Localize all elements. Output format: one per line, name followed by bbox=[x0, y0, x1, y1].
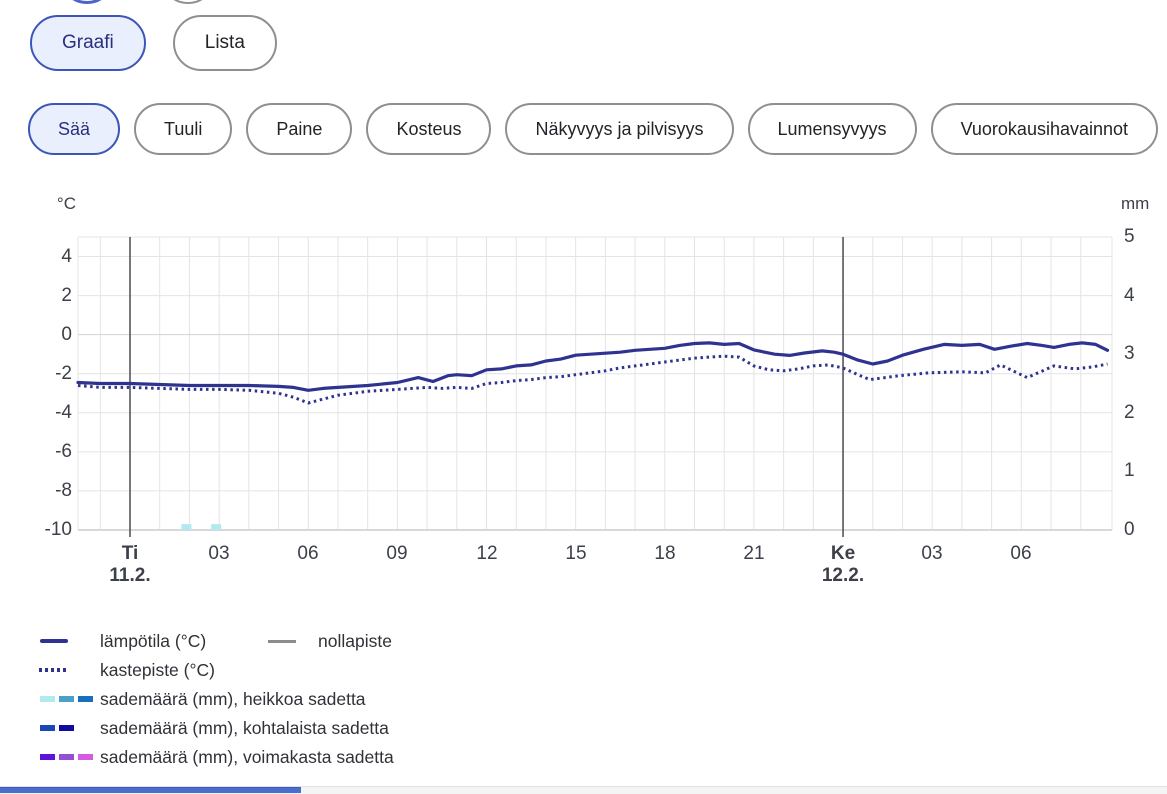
grid bbox=[78, 237, 1112, 530]
x-axis-tick: 15 bbox=[531, 543, 621, 565]
left-axis-tick: -6 bbox=[0, 440, 72, 464]
legend-zero-line-label: nollapiste bbox=[318, 630, 392, 652]
x-axis-tick-day: Ti11.2. bbox=[85, 543, 175, 587]
left-axis-tick: -10 bbox=[0, 518, 72, 542]
x-axis-tick: 21 bbox=[709, 543, 799, 565]
category-tab-nakyvyys-ja-pilvisyys[interactable]: Näkyvyys ja pilvisyys bbox=[505, 103, 733, 155]
x-axis-tick-day: Ke12.2. bbox=[798, 543, 888, 587]
right-axis-tick: 4 bbox=[1124, 284, 1164, 308]
precip-light-swatch-1 bbox=[40, 696, 55, 702]
zero-line-swatch bbox=[268, 640, 296, 643]
x-axis-tick: 09 bbox=[352, 543, 442, 565]
precip-bar bbox=[181, 524, 191, 530]
legend-precip-moderate-label: sademäärä (mm), kohtalaista sadetta bbox=[100, 717, 389, 739]
left-axis-tick: -4 bbox=[0, 401, 72, 425]
left-axis-tick: 2 bbox=[0, 284, 72, 308]
right-axis-tick: 2 bbox=[1124, 401, 1164, 425]
right-axis-tick: 3 bbox=[1124, 342, 1164, 366]
dewpoint-line bbox=[78, 356, 1108, 403]
view-tab-graafi[interactable]: Graafi bbox=[30, 15, 146, 71]
category-tab-saa[interactable]: Sää bbox=[28, 103, 120, 155]
view-tab-lista[interactable]: Lista bbox=[173, 15, 277, 71]
precip-moderate-swatch-1 bbox=[40, 725, 55, 731]
category-tab-kosteus[interactable]: Kosteus bbox=[366, 103, 491, 155]
precip-heavy-swatches bbox=[40, 754, 93, 760]
right-axis-tick: 5 bbox=[1124, 225, 1164, 249]
left-axis-tick: 0 bbox=[0, 323, 72, 347]
x-axis-tick: 03 bbox=[174, 543, 264, 565]
x-axis-tick: 18 bbox=[620, 543, 710, 565]
category-tab-lumensyvyys[interactable]: Lumensyvyys bbox=[748, 103, 917, 155]
view-toggle-group: Graafi Lista bbox=[30, 15, 277, 71]
horizontal-scrollbar-thumb[interactable] bbox=[0, 787, 301, 793]
left-axis-tick: -8 bbox=[0, 479, 72, 503]
precip-light-swatch-2 bbox=[59, 696, 74, 702]
legend-dew-point-label: kastepiste (°C) bbox=[100, 659, 215, 681]
temperature-line-swatch bbox=[40, 639, 68, 643]
precip-bar bbox=[211, 524, 221, 530]
legend-precip-heavy-label: sademäärä (mm), voimakasta sadetta bbox=[100, 746, 394, 768]
precip-light-swatches bbox=[40, 696, 93, 702]
category-tab-paine[interactable]: Paine bbox=[246, 103, 352, 155]
left-axis-tick: 4 bbox=[0, 245, 72, 269]
weather-observations-page: Graafi Lista Sää Tuuli Paine Kosteus Näkyvyys… bbox=[0, 0, 1167, 794]
cutoff-button-fragment-gray bbox=[160, 0, 216, 4]
precip-heavy-swatch-3 bbox=[78, 754, 93, 760]
category-pill-row: Sää Tuuli Paine Kosteus Näkyvyys ja pilvisyy… bbox=[28, 103, 1158, 155]
temperature-line bbox=[78, 343, 1108, 390]
legend-precip-light-label: sademäärä (mm), heikkoa sadetta bbox=[100, 688, 366, 710]
left-axis-tick: -2 bbox=[0, 362, 72, 386]
x-axis-tick: 06 bbox=[976, 543, 1066, 565]
x-axis-tick: 06 bbox=[263, 543, 353, 565]
cutoff-button-fragment-blue bbox=[59, 0, 115, 4]
chart-canvas[interactable] bbox=[0, 185, 1167, 605]
precip-moderate-swatches bbox=[40, 725, 74, 731]
x-axis-tick: 03 bbox=[887, 543, 977, 565]
category-tab-vuorokausihavainnot[interactable]: Vuorokausihavainnot bbox=[931, 103, 1158, 155]
precip-moderate-swatch-2 bbox=[59, 725, 74, 731]
x-axis-tick: 12 bbox=[442, 543, 532, 565]
precip-light-swatch-3 bbox=[78, 696, 93, 702]
right-axis-tick: 1 bbox=[1124, 459, 1164, 483]
right-axis-tick: 0 bbox=[1124, 518, 1164, 542]
dew-point-line-swatch bbox=[39, 668, 69, 672]
legend-temperature-label: lämpötila (°C) bbox=[100, 630, 206, 652]
precip-heavy-swatch-1 bbox=[40, 754, 55, 760]
category-tab-tuuli[interactable]: Tuuli bbox=[134, 103, 232, 155]
precip-heavy-swatch-2 bbox=[59, 754, 74, 760]
